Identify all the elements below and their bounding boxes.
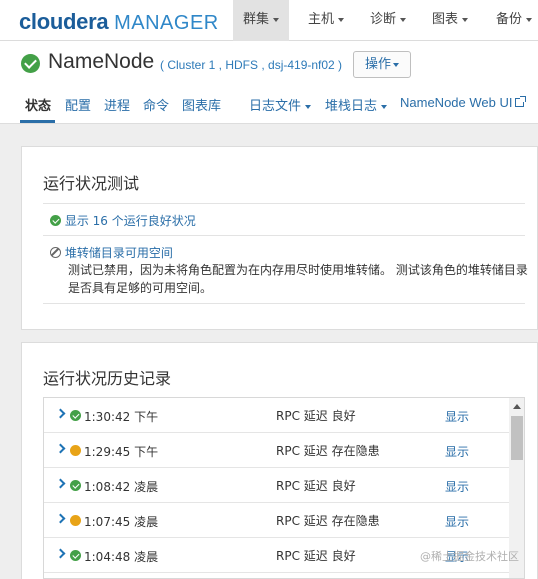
chevron-right-icon[interactable] bbox=[55, 548, 66, 559]
check-circle-icon bbox=[70, 410, 81, 421]
tab-stack-logs-label: 堆栈日志 bbox=[325, 98, 378, 113]
disabled-test-link[interactable]: 堆转储目录可用空间 bbox=[50, 244, 173, 261]
logo-product: MANAGER bbox=[114, 12, 219, 34]
page-title: NameNode bbox=[48, 50, 155, 73]
external-link-icon bbox=[515, 96, 527, 107]
show-link[interactable]: 显示 bbox=[445, 478, 469, 495]
history-message: RPC 延迟 存在隐患 bbox=[276, 444, 380, 458]
check-circle-icon bbox=[70, 480, 81, 491]
logo-brand: cloudera bbox=[19, 9, 109, 34]
active-tab-indicator bbox=[20, 120, 55, 123]
chevron-down-icon bbox=[462, 17, 469, 22]
history-row[interactable]: 1:29:45 下午 RPC 延迟 存在隐患 显示 bbox=[44, 433, 509, 468]
chevron-down-icon bbox=[400, 17, 407, 22]
cloudera-manager-logo[interactable]: cloudera MANAGER bbox=[19, 9, 219, 35]
nav-charts-menu[interactable]: 图表 bbox=[422, 0, 478, 41]
nav-diagnostics-menu[interactable]: 诊断 bbox=[360, 0, 416, 41]
chevron-right-icon[interactable] bbox=[55, 443, 66, 454]
health-tests-title: 运行状况测试 bbox=[43, 174, 140, 193]
actions-button-label: 操作 bbox=[364, 57, 391, 72]
history-time: 1:29:45 下午 bbox=[84, 445, 159, 459]
history-time: 1:04:48 凌晨 bbox=[84, 550, 159, 564]
history-message: RPC 延迟 良好 bbox=[276, 479, 356, 493]
nav-clusters-label: 群集 bbox=[243, 12, 270, 27]
chevron-down-icon bbox=[273, 17, 280, 22]
nav-backup-label: 备份 bbox=[496, 12, 523, 27]
health-history-title: 运行状况历史记录 bbox=[43, 369, 172, 388]
check-circle-icon bbox=[70, 550, 81, 561]
show-link[interactable]: 显示 bbox=[445, 443, 469, 460]
watermark: @稀土掘金技术社区 bbox=[420, 550, 519, 563]
good-health-tests-link[interactable]: 显示 16 个运行良好状况 bbox=[50, 212, 196, 229]
nav-hosts-menu[interactable]: 主机 bbox=[298, 0, 354, 41]
divider bbox=[43, 303, 525, 304]
chevron-right-icon[interactable] bbox=[55, 478, 66, 489]
chevron-down-icon bbox=[381, 104, 388, 109]
tab-status[interactable]: 状态 bbox=[25, 95, 51, 114]
disabled-test-description-cont: 是否具有足够的可用空间。 bbox=[68, 281, 213, 295]
chevron-down-icon bbox=[393, 62, 399, 67]
chevron-right-icon[interactable] bbox=[55, 513, 66, 524]
check-circle-icon bbox=[21, 54, 40, 73]
chevron-down-icon bbox=[338, 17, 345, 22]
disabled-icon bbox=[50, 247, 61, 258]
tab-log-files[interactable]: 日志文件 bbox=[249, 95, 312, 114]
nav-backup-menu[interactable]: 备份 bbox=[486, 0, 538, 41]
tab-configuration[interactable]: 配置 bbox=[65, 95, 91, 114]
warning-circle-icon bbox=[70, 515, 81, 526]
warning-circle-icon bbox=[70, 445, 81, 456]
check-circle-icon bbox=[50, 215, 61, 226]
chevron-down-icon bbox=[526, 17, 533, 22]
history-message: RPC 延迟 良好 bbox=[276, 409, 356, 423]
chevron-right-icon[interactable] bbox=[55, 408, 66, 419]
history-row[interactable]: 1:08:42 凌晨 RPC 延迟 良好 显示 bbox=[44, 468, 509, 503]
good-health-tests-label: 显示 16 个运行良好状况 bbox=[64, 214, 196, 228]
history-row[interactable]: 1:30:42 下午 RPC 延迟 良好 显示 bbox=[44, 398, 509, 433]
tab-log-files-label: 日志文件 bbox=[249, 98, 302, 113]
tab-namenode-web-ui[interactable]: NameNode Web UI bbox=[400, 95, 527, 110]
tab-stack-logs[interactable]: 堆栈日志 bbox=[325, 95, 388, 114]
divider bbox=[43, 203, 525, 204]
show-link[interactable]: 显示 bbox=[445, 408, 469, 425]
divider bbox=[43, 235, 525, 236]
scroll-up-arrow-icon[interactable] bbox=[513, 404, 521, 409]
nav-diagnostics-label: 诊断 bbox=[370, 12, 397, 27]
disabled-test-name: 堆转储目录可用空间 bbox=[64, 246, 173, 260]
show-link[interactable]: 显示 bbox=[445, 513, 469, 530]
breadcrumb[interactable]: ( Cluster 1 , HDFS , dsj-419-nf02 ) bbox=[160, 58, 342, 72]
nav-hosts-label: 主机 bbox=[308, 12, 335, 27]
disabled-test-description: 测试已禁用，因为未将角色配置为在内存用尽时使用堆转储。 测试该角色的堆转储目录 bbox=[68, 263, 528, 277]
actions-dropdown-button[interactable]: 操作 bbox=[353, 51, 411, 78]
tab-commands[interactable]: 命令 bbox=[143, 95, 169, 114]
chevron-down-icon bbox=[305, 104, 312, 109]
scrollbar-thumb[interactable] bbox=[511, 416, 523, 460]
history-time: 1:07:45 凌晨 bbox=[84, 515, 159, 529]
history-row[interactable]: 1:07:45 凌晨 RPC 延迟 存在隐患 显示 bbox=[44, 503, 509, 538]
top-navbar: cloudera MANAGER 群集 主机 诊断 图表 备份 bbox=[0, 0, 538, 41]
history-time: 1:30:42 下午 bbox=[84, 410, 159, 424]
tab-namenode-web-ui-label: NameNode Web UI bbox=[400, 95, 513, 110]
nav-clusters-menu[interactable]: 群集 bbox=[233, 0, 290, 41]
tab-chart-library[interactable]: 图表库 bbox=[182, 95, 221, 114]
nav-charts-label: 图表 bbox=[432, 12, 459, 27]
tab-processes[interactable]: 进程 bbox=[104, 95, 130, 114]
history-message: RPC 延迟 良好 bbox=[276, 549, 356, 563]
history-message: RPC 延迟 存在隐患 bbox=[276, 514, 380, 528]
history-time: 1:08:42 凌晨 bbox=[84, 480, 159, 494]
